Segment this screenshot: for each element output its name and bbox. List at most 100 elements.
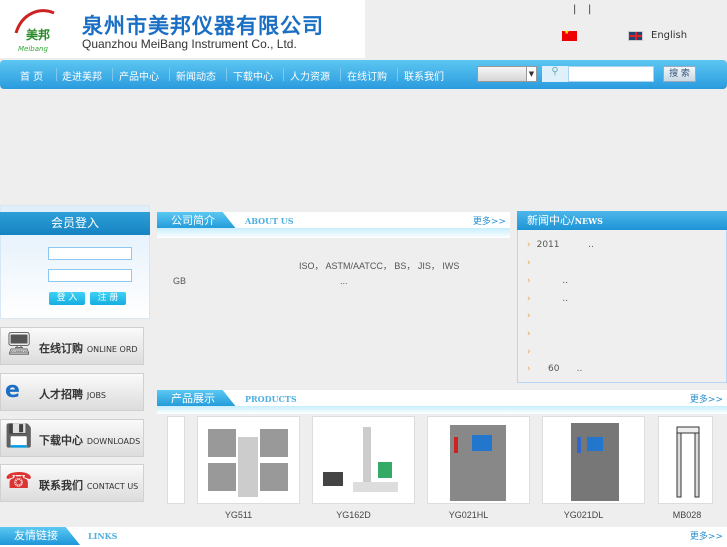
link-label-en: DOWNLOADS [86,437,141,446]
search-input[interactable] [568,66,654,82]
news-item[interactable]: › [527,258,537,268]
product-label[interactable]: YG162D [302,510,405,520]
nav-divider [226,68,227,81]
about-header-shade [157,228,510,238]
about-more-link[interactable]: 更多>> [473,214,506,227]
login-title: 会员登入 [0,212,150,235]
nav-divider [283,68,284,81]
nav-divider [169,68,170,81]
svg-text:Meibang: Meibang [18,45,48,53]
links-more-link[interactable]: 更多>> [690,529,723,542]
products-more-link[interactable]: 更多>> [690,392,723,405]
nav-divider [397,68,398,81]
link-label: 在线订购 [39,342,83,355]
links-header: 友情链接 LINKS 更多>> [0,527,727,547]
download-icon: 💾 [5,424,33,449]
bullet-arrow-icon: › [527,364,531,374]
link-label-en: ONLINE ORD [86,345,138,354]
product-image[interactable] [312,416,415,504]
news-item[interactable]: › .. [527,276,568,286]
instrument-image [208,429,288,497]
bullet-arrow-icon: › [527,240,531,250]
nav-divider [112,68,113,81]
products-subtitle: PRODUCTS [245,394,297,404]
bullet-arrow-icon: › [527,258,531,268]
register-button[interactable]: 注 册 [90,292,126,305]
nav-about[interactable]: 走进美邦 [62,68,102,83]
news-title: 新闻中心/NEWS [517,211,727,230]
nav-hr[interactable]: 人力资源 [290,68,330,83]
china-flag-icon[interactable]: ★ [562,29,577,41]
company-name-en: Quanzhou MeiBang Instrument Co., Ltd. [82,37,297,51]
instrument-image [450,425,506,501]
news-item[interactable]: › .. [527,294,568,304]
company-name-cn: 泉州市美邦仪器有限公司 [82,14,324,38]
nav-products[interactable]: 产品中心 [119,68,159,83]
nav-contact[interactable]: 联系我们 [404,68,444,83]
bullet-arrow-icon: › [527,276,531,286]
svg-text:美邦: 美邦 [26,27,50,42]
news-item[interactable]: › [527,329,537,339]
products-header-shade [157,406,727,414]
product-image[interactable] [658,416,713,504]
separator: | [573,4,577,15]
link-label-en: CONTACT US [86,482,139,491]
news-item-text: .. [536,276,569,286]
telephone-icon: ☎ [5,469,33,494]
about-text-line: ISO， ASTM/AATCC， BS， JIS， IWS [299,261,460,271]
nav-news[interactable]: 新闻动态 [176,68,216,83]
product-label[interactable]: YG021DL [532,510,635,520]
separator: | [588,4,592,15]
search-icon: ⚲ [542,66,568,82]
uk-flag-icon[interactable] [628,31,643,41]
jobs-link[interactable]: e 人才招聘 JOBS [0,373,144,411]
about-text-ellipsis: ... [340,276,348,286]
nav-downloads[interactable]: 下载中心 [233,68,273,83]
nav-order[interactable]: 在线订购 [347,68,387,83]
company-logo: 美邦 Meibang [14,9,55,53]
product-image[interactable] [427,416,530,504]
contact-link[interactable]: ☎ 联系我们 CONTACT US [0,464,144,502]
bullet-arrow-icon: › [527,311,531,321]
product-image[interactable] [167,416,185,504]
about-subtitle: ABOUT US [245,216,294,226]
news-item[interactable]: › [527,347,537,357]
nav-divider [56,68,57,81]
news-title-cn: 新闻中心/ [527,214,575,227]
internet-explorer-icon: e [5,378,20,403]
instrument-image [676,426,700,498]
instrument-image [323,427,398,492]
english-link[interactable]: English [651,30,687,41]
link-label: 人才招聘 [39,388,83,401]
product-label[interactable]: YG021HL [417,510,520,520]
computer-icon: 🖥 [5,332,33,357]
bullet-arrow-icon: › [527,329,531,339]
news-item-text: 60 .. [536,364,583,374]
search-category-select[interactable]: ▼ [477,66,537,82]
username-input[interactable] [48,247,132,260]
bullet-arrow-icon: › [527,294,531,304]
link-label-en: JOBS [86,391,106,400]
news-item[interactable]: › 60 .. [527,364,582,374]
password-input[interactable] [48,269,132,282]
news-item-text: .. [536,294,569,304]
links-title: 友情链接 [0,527,80,545]
product-image[interactable] [197,416,300,504]
news-item[interactable]: › [527,311,537,321]
link-label: 联系我们 [39,479,83,492]
bullet-arrow-icon: › [527,347,531,357]
product-label[interactable]: YG511 [187,510,290,520]
news-item[interactable]: › 2011 .. [527,240,594,250]
search-button[interactable]: 搜 索 [663,66,696,82]
nav-home[interactable]: 首 页 [20,68,43,83]
news-item-text: 2011 .. [536,240,594,250]
product-image[interactable] [542,416,645,504]
product-label[interactable]: MB028 [647,510,727,520]
downloads-link[interactable]: 💾 下载中心 DOWNLOADS [0,419,144,457]
about-text-line: GB [173,276,187,286]
nav-divider [340,68,341,81]
chevron-down-icon: ▼ [526,67,536,81]
instrument-image [571,423,619,501]
online-order-link[interactable]: 🖥 在线订购 ONLINE ORD [0,327,144,365]
login-button[interactable]: 登 入 [49,292,85,305]
